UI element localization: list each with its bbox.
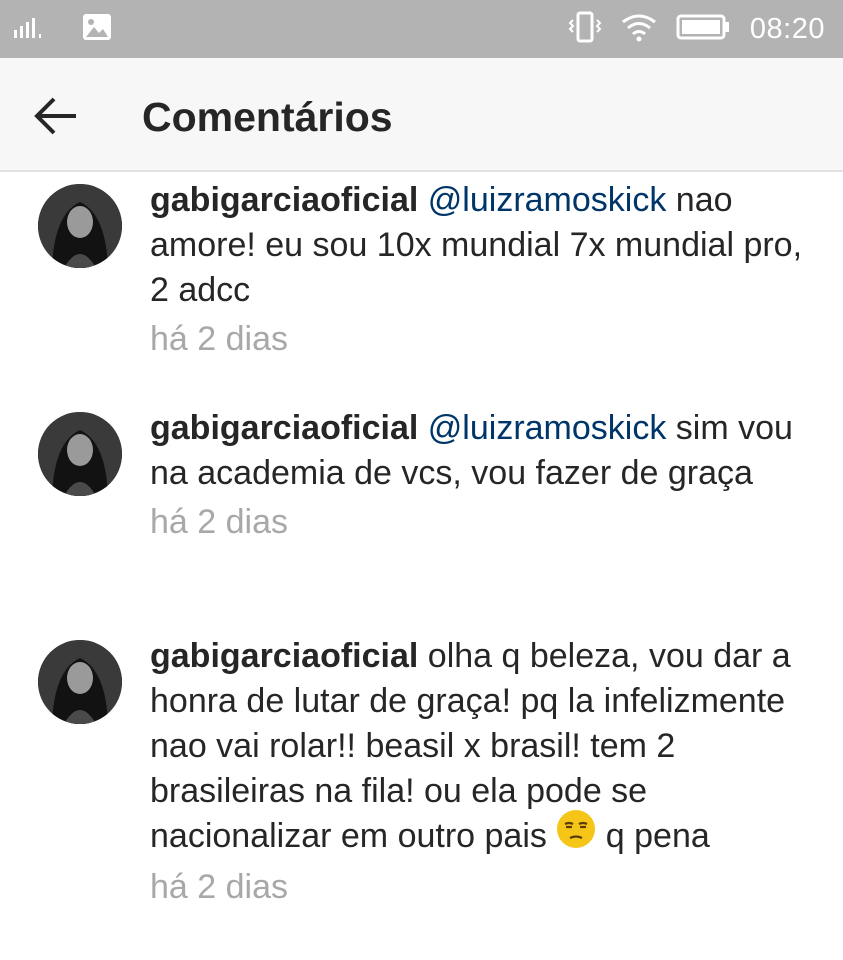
comment-username[interactable]: gabigarciaoficial [150,181,418,219]
avatar[interactable] [38,640,122,724]
comment-mention[interactable]: @luizramoskick [428,409,667,447]
comment-username[interactable]: gabigarciaoficial [150,637,418,675]
comment-timestamp: há 2 dias [150,503,288,541]
page-title: Comentários [142,94,393,140]
comment-mention[interactable]: @luizramoskick [428,181,667,219]
avatar[interactable] [38,412,122,496]
header-bar: Comentários [0,58,843,172]
comment-message-end: q pena [596,817,710,855]
comment-body: gabigarciaoficial @luizramoskick sim vou… [150,406,820,545]
comment-body: gabigarciaoficial olha q beleza, vou dar… [150,634,820,910]
avatar[interactable] [38,184,122,268]
back-button[interactable] [30,90,82,142]
comment-username[interactable]: gabigarciaoficial [150,409,418,447]
comment-timestamp: há 2 dias [150,868,288,907]
comment-body: gabigarciaoficial @luizramoskick nao amo… [150,178,820,362]
vibrate-icon [568,10,602,49]
arrow-left-icon [34,97,76,135]
wifi-icon [620,12,658,47]
status-time: 08:20 [749,12,825,45]
comment-timestamp: há 2 dias [150,320,288,358]
unamused-face-icon [556,809,596,861]
status-bar: 08:20 [0,0,843,58]
signal-icon [12,14,52,45]
image-notification-icon [82,13,112,46]
battery-icon [676,13,732,46]
